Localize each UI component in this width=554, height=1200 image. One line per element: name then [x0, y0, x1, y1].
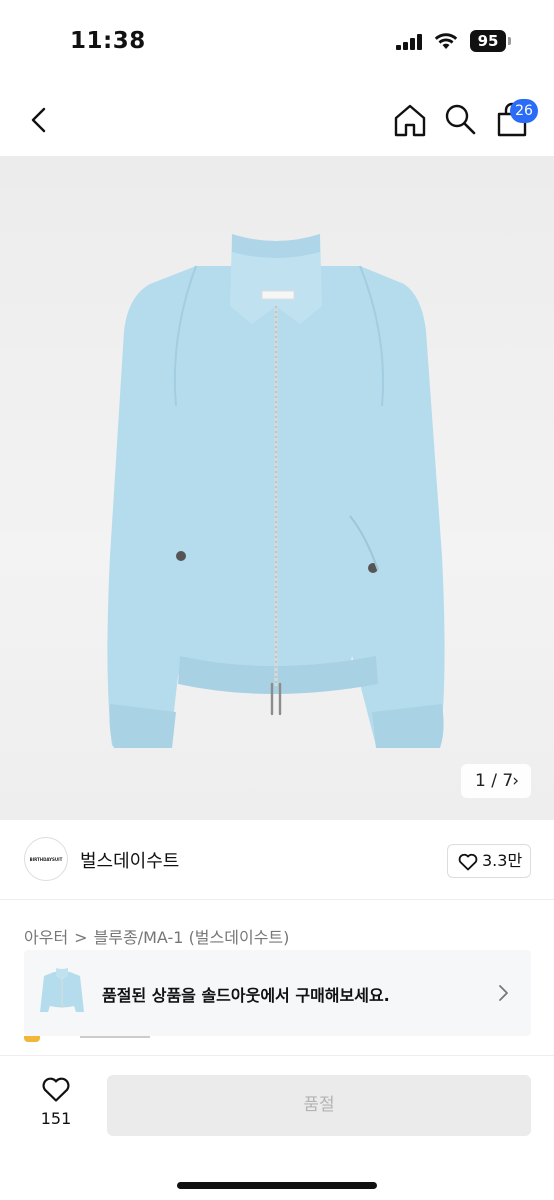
- breadcrumb-category[interactable]: 아우터: [24, 924, 68, 948]
- promo-text: 품절된 상품을 솔드아웃에서 구매해보세요.: [102, 986, 390, 1005]
- status-time: 11:38: [70, 28, 146, 54]
- status-bar: 11:38 95: [0, 0, 554, 84]
- soldout-promo-card[interactable]: 품절된 상품을 솔드아웃에서 구매해보세요.: [24, 950, 531, 1036]
- sold-out-button[interactable]: 품절: [107, 1075, 531, 1136]
- chevron-left-icon[interactable]: [22, 102, 58, 138]
- brand-row[interactable]: BIRTHDAYSUIT 벌스데이수트 3.3만: [0, 820, 554, 900]
- nav-bar: [0, 84, 554, 156]
- home-icon[interactable]: [391, 101, 429, 139]
- brand-logo[interactable]: BIRTHDAYSUIT: [24, 837, 68, 881]
- search-icon[interactable]: [442, 101, 478, 137]
- wifi-icon: [434, 31, 458, 51]
- heart-icon: [458, 853, 478, 871]
- star-icon: [24, 1036, 40, 1042]
- wishlist-button[interactable]: 151: [30, 1076, 82, 1138]
- chevron-right-icon: [499, 985, 508, 1001]
- brand-like-count: 3.3만: [482, 851, 523, 870]
- product-image: [107, 234, 445, 748]
- breadcrumb: 아우터 > 블루종/MA-1 (벌스데이수트): [24, 924, 289, 948]
- partially-hidden-row: [24, 1036, 224, 1056]
- heart-icon: [42, 1077, 70, 1102]
- cart-count-badge: 26: [510, 99, 538, 123]
- brand-like-button[interactable]: 3.3만: [447, 844, 531, 878]
- home-indicator[interactable]: [177, 1182, 377, 1189]
- image-page-indicator[interactable]: 1 / 7 ›: [461, 764, 531, 798]
- chevron-right-icon: ›: [512, 771, 519, 791]
- signal-icon: [396, 34, 426, 50]
- brand-name[interactable]: 벌스데이수트: [80, 847, 179, 873]
- battery-icon: 95: [470, 30, 506, 52]
- product-image-gallery[interactable]: 1 / 7 ›: [0, 156, 554, 820]
- breadcrumb-separator: >: [74, 928, 88, 947]
- battery-cap: [508, 37, 511, 45]
- wishlist-count: 151: [40, 1109, 72, 1128]
- page-indicator-text: 1 / 7: [475, 771, 514, 791]
- promo-thumbnail: [40, 968, 84, 1012]
- breadcrumb-subcategory[interactable]: 블루종/MA-1 (벌스데이수트): [94, 924, 290, 948]
- divider: [80, 1036, 150, 1038]
- bottom-action-bar: 151 품절: [0, 1055, 554, 1200]
